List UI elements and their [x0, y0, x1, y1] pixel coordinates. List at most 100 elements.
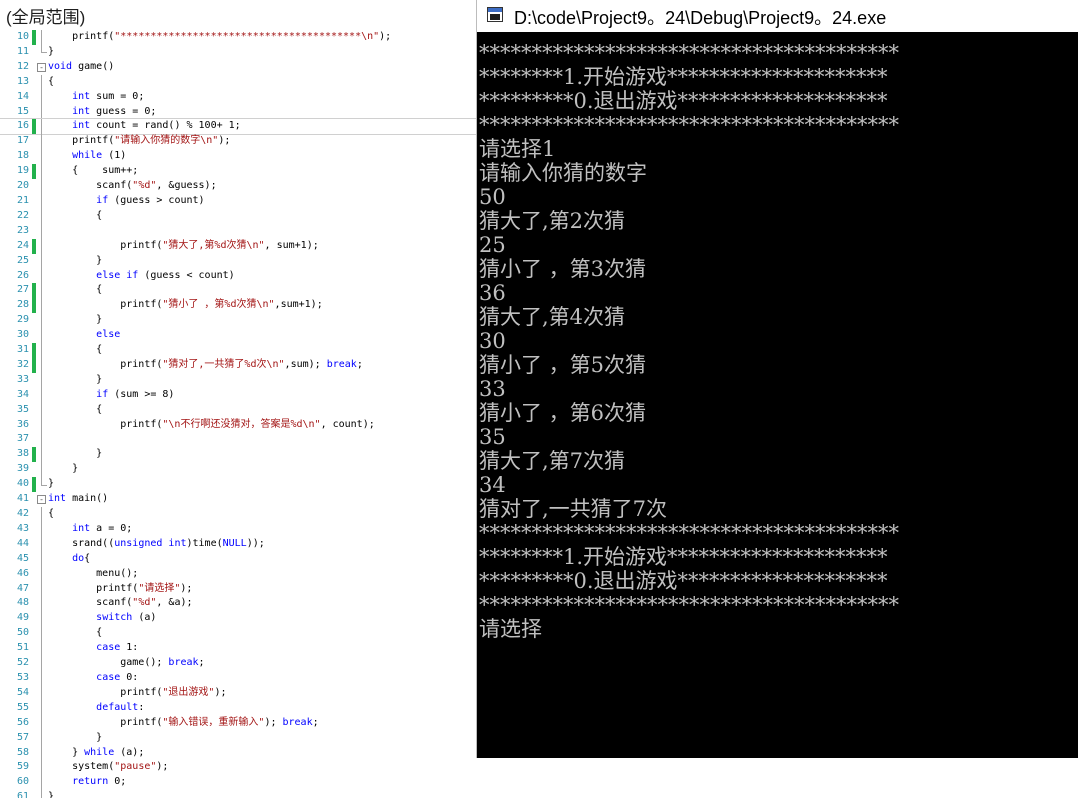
code-line[interactable]: 61} — [0, 790, 480, 798]
keyword-token: if — [96, 388, 109, 400]
fold-guide — [37, 283, 47, 299]
code-line[interactable]: 43 int a = 0; — [0, 521, 480, 537]
code-line[interactable]: 32 printf("猜对了,一共猜了%d次\n",sum); break; — [0, 357, 480, 373]
line-number: 11 — [16, 45, 29, 57]
scope-dropdown[interactable]: (全局范围) — [0, 0, 480, 30]
code-line[interactable]: 35 { — [0, 402, 480, 418]
code-line[interactable]: 24 printf("猜大了,第%d次猜\n", sum+1); — [0, 238, 480, 254]
console-line: **************************************** — [479, 521, 899, 545]
code-line[interactable]: 45 do{ — [0, 551, 480, 567]
code-line[interactable]: 33 } — [0, 372, 480, 388]
line-number: 53 — [16, 671, 29, 683]
code-line[interactable]: 31 { — [0, 343, 480, 358]
code-line[interactable]: 52 game(); break; — [0, 656, 480, 671]
code-token: printf( — [48, 582, 139, 594]
code-line[interactable]: 22 { — [0, 208, 480, 224]
fold-guide — [37, 566, 47, 582]
code-editor-pane[interactable]: (全局范围) 10 printf("**********************… — [0, 0, 480, 798]
code-line[interactable]: 30 else — [0, 328, 480, 344]
code-line[interactable]: 23 — [0, 223, 480, 239]
code-line[interactable]: 38 } — [0, 447, 480, 463]
code-text: do{ — [48, 552, 90, 567]
console-titlebar[interactable]: D:\code\Project9。24\Debug\Project9。24.ex… — [477, 0, 1078, 32]
code-line[interactable]: 49 switch (a) — [0, 611, 480, 627]
code-line[interactable]: 34 if (sum >= 8) — [0, 387, 480, 403]
code-line[interactable]: 14 int sum = 0; — [0, 89, 480, 105]
code-line[interactable]: 46 menu(); — [0, 566, 480, 582]
code-text: return 0; — [48, 775, 126, 790]
code-line[interactable]: 12- void game() — [0, 60, 480, 75]
code-line[interactable]: 17 printf("请输入你猜的数字\n"); — [0, 134, 480, 150]
code-line[interactable]: 58 } while (a); — [0, 745, 480, 761]
code-text: printf("请输入你猜的数字\n"); — [48, 134, 230, 149]
keyword-token: return — [72, 776, 109, 788]
collapse-icon[interactable]: - — [37, 492, 47, 507]
code-lines[interactable]: 10 printf("*****************************… — [0, 30, 480, 798]
code-line[interactable]: 47 printf("请选择"); — [0, 581, 480, 597]
code-text: srand((unsigned int)time(NULL)); — [48, 537, 265, 552]
code-token: printf( — [48, 686, 163, 698]
fold-guide — [37, 447, 47, 463]
code-line[interactable]: 27 { — [0, 283, 480, 299]
change-marker — [32, 775, 36, 790]
string-token: "pause" — [114, 761, 157, 773]
code-line[interactable]: 55 default: — [0, 700, 480, 716]
code-line[interactable]: 40} — [0, 477, 480, 493]
collapse-icon[interactable]: - — [37, 60, 47, 75]
code-line[interactable]: 41- int main() — [0, 492, 480, 507]
code-line[interactable]: 20 scanf("%d", &guess); — [0, 179, 480, 194]
code-line[interactable]: 54 printf("退出游戏"); — [0, 685, 480, 701]
code-line[interactable]: 25 } — [0, 253, 480, 269]
code-line[interactable]: 57 } — [0, 730, 480, 746]
code-token: { — [48, 75, 55, 87]
code-token: printf( — [48, 358, 163, 370]
code-line[interactable]: 19 { sum++; — [0, 164, 480, 180]
code-line[interactable]: 53 case 0: — [0, 670, 480, 686]
code-line[interactable]: 50 { — [0, 626, 480, 642]
code-line[interactable]: 39 } — [0, 462, 480, 478]
change-marker — [32, 507, 36, 522]
code-token: } — [48, 791, 55, 798]
code-line[interactable]: 13 { — [0, 74, 480, 90]
change-marker — [32, 671, 36, 686]
change-marker — [32, 477, 36, 493]
code-token: (1) — [102, 150, 127, 162]
code-line[interactable]: 59 system("pause"); — [0, 760, 480, 776]
code-line[interactable]: 44 srand((unsigned int)time(NULL)); — [0, 536, 480, 552]
console-line: 猜大了,第4次猜 — [479, 305, 626, 329]
line-number: 32 — [16, 358, 29, 370]
console-window[interactable]: D:\code\Project9。24\Debug\Project9。24.ex… — [476, 0, 1078, 758]
code-line[interactable]: 10 printf("*****************************… — [0, 30, 480, 45]
string-token: "猜对了,一共猜了%d次\n" — [162, 358, 285, 370]
code-token: game(); — [48, 657, 169, 669]
code-line[interactable]: 37 — [0, 432, 480, 448]
code-token: ,sum+1); — [274, 299, 323, 311]
code-line[interactable]: 36 printf("\n不行啊还没猜对，答案是%d\n", count); — [0, 417, 480, 433]
code-line[interactable]: 48 scanf("%d", &a); — [0, 596, 480, 612]
console-line: 请选择 — [479, 617, 542, 641]
code-line[interactable]: 60 return 0; — [0, 775, 480, 791]
code-line[interactable]: 28 printf("猜小了 ，第%d次猜\n",sum+1); — [0, 298, 480, 314]
code-line[interactable]: 26 else if (guess < count) — [0, 268, 480, 284]
code-line[interactable]: 42 { — [0, 507, 480, 522]
code-line[interactable]: 18 while (1) — [0, 149, 480, 165]
code-line[interactable]: 21 if (guess > count) — [0, 193, 480, 209]
change-marker — [32, 746, 36, 761]
code-line[interactable]: 15 int guess = 0; — [0, 104, 480, 120]
string-token: "输入错误，重新输入" — [162, 716, 265, 728]
code-line[interactable]: 16 int count = rand() % 100+ 1; — [0, 118, 480, 136]
code-line[interactable]: 29 } — [0, 313, 480, 329]
code-line[interactable]: 51 case 1: — [0, 641, 480, 657]
code-text: case 0: — [48, 671, 138, 686]
line-number: 57 — [16, 731, 29, 743]
code-line[interactable]: 56 printf("输入错误，重新输入"); break; — [0, 715, 480, 731]
console-line: 猜小了 ，第3次猜 — [479, 257, 647, 281]
change-marker — [32, 209, 36, 224]
code-token: printf( — [48, 418, 163, 430]
code-token: } — [48, 254, 103, 266]
code-line[interactable]: 11} — [0, 44, 480, 60]
line-number: 60 — [16, 776, 29, 788]
